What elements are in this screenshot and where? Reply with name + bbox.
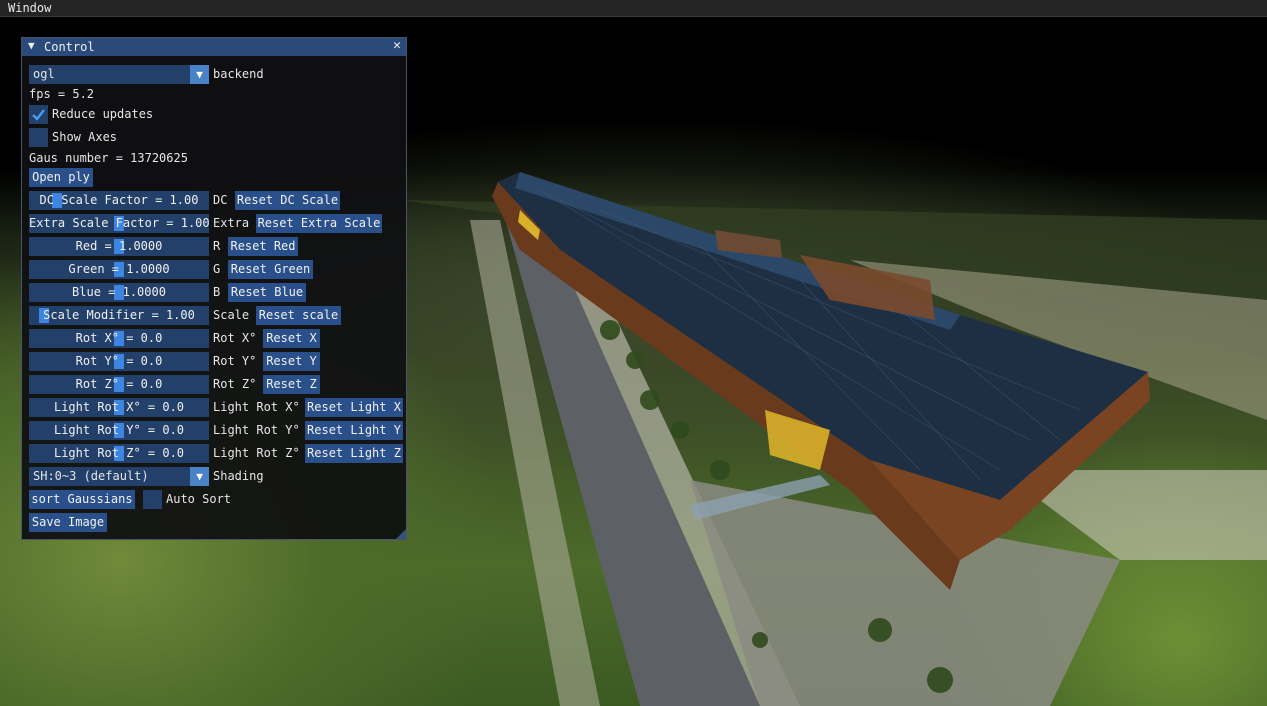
backend-label: backend [213,67,264,81]
slider-value-text: Light Rot X° = 0.0 [53,400,185,414]
save-image-button[interactable]: Save Image [29,513,107,532]
window-title: Control [44,40,95,54]
slider-label-light-rot-z: Light Rot Z° [213,446,300,460]
slider-value-text: Light Rot Y° = 0.0 [53,423,185,437]
shading-label: Shading [213,469,264,483]
slider-label-extra: Extra [213,216,250,230]
slider-rot-x[interactable]: Rot X° = 0.0 [29,329,209,348]
slider-light-rot-z[interactable]: Light Rot Z° = 0.0 [29,444,209,463]
slider-label-rot-x: Rot X° [213,331,257,345]
reset-light-rot-y-button[interactable]: Reset Light Y [305,421,403,440]
slider-label-rot-y: Rot Y° [213,354,257,368]
reduce-updates-label: Reduce updates [52,107,154,121]
open-ply-button[interactable]: Open ply [29,168,93,187]
slider-extra[interactable]: Extra Scale Factor = 1.00 [29,214,209,233]
slider-scale[interactable]: Scale Modifier = 1.00 [29,306,209,325]
slider-label-rot-z: Rot Z° [213,377,257,391]
slider-label-r: R [213,239,221,253]
gaus-number-text: Gaus number = 13720625 [29,151,188,165]
reset-g-button[interactable]: Reset Green [228,260,313,279]
slider-value-text: Rot Y° = 0.0 [75,354,163,368]
control-window: ▼ Control ✕ ogl ▼ backend fps = 5.2 Redu… [21,37,407,540]
show-axes-label: Show Axes [52,130,118,144]
reset-light-rot-z-button[interactable]: Reset Light Z [305,444,403,463]
slider-value-text: Scale Modifier = 1.00 [43,308,195,322]
sort-gaussians-button[interactable]: sort Gaussians [29,490,135,509]
slider-value-text: Rot Z° = 0.0 [75,377,163,391]
reset-light-rot-x-button[interactable]: Reset Light X [305,398,403,417]
backend-value: ogl [33,67,55,81]
resize-grip[interactable] [396,529,406,539]
slider-g[interactable]: Green = 1.0000 [29,260,209,279]
slider-light-rot-x[interactable]: Light Rot X° = 0.0 [29,398,209,417]
slider-value-text: Red = 1.0000 [75,239,163,253]
slider-label-light-rot-y: Light Rot Y° [213,423,300,437]
reset-extra-button[interactable]: Reset Extra Scale [256,214,382,233]
slider-rot-y[interactable]: Rot Y° = 0.0 [29,352,209,371]
checkmark-icon [32,109,45,121]
slider-label-b: B [213,285,221,299]
chevron-down-icon: ▼ [190,65,209,84]
reset-rot-x-button[interactable]: Reset X [263,329,320,348]
slider-b[interactable]: Blue = 1.0000 [29,283,209,302]
shading-combo[interactable]: SH:0~3 (default) ▼ [29,467,209,486]
menu-window[interactable]: Window [8,1,51,15]
fps-text: fps = 5.2 [29,87,95,101]
main-menu-bar: Window [0,0,1267,17]
slider-rot-z[interactable]: Rot Z° = 0.0 [29,375,209,394]
slider-value-text: Green = 1.0000 [68,262,170,276]
slider-value-text: Extra Scale Factor = 1.00 [29,216,209,230]
window-titlebar[interactable]: ▼ Control ✕ [22,38,406,56]
reset-rot-y-button[interactable]: Reset Y [263,352,320,371]
slider-label-dc: DC [213,193,228,207]
slider-label-g: G [213,262,221,276]
slider-label-scale: Scale [213,308,250,322]
backend-combo[interactable]: ogl ▼ [29,65,209,84]
reset-dc-button[interactable]: Reset DC Scale [235,191,340,210]
reset-rot-z-button[interactable]: Reset Z [263,375,320,394]
auto-sort-label: Auto Sort [166,492,232,506]
slider-value-text: DC Scale Factor = 1.00 [39,193,199,207]
show-axes-checkbox[interactable] [29,128,48,147]
slider-value-text: Light Rot Z° = 0.0 [53,446,185,460]
shading-value: SH:0~3 (default) [33,469,149,483]
auto-sort-checkbox[interactable] [143,490,162,509]
slider-value-text: Rot X° = 0.0 [75,331,163,345]
slider-value-text: Blue = 1.0000 [72,285,166,299]
reduce-updates-checkbox[interactable] [29,105,48,124]
slider-label-light-rot-x: Light Rot X° [213,400,300,414]
close-icon[interactable]: ✕ [393,38,401,53]
reset-b-button[interactable]: Reset Blue [228,283,306,302]
slider-dc[interactable]: DC Scale Factor = 1.00 [29,191,209,210]
slider-r[interactable]: Red = 1.0000 [29,237,209,256]
reset-r-button[interactable]: Reset Red [228,237,298,256]
reset-scale-button[interactable]: Reset scale [256,306,341,325]
slider-light-rot-y[interactable]: Light Rot Y° = 0.0 [29,421,209,440]
chevron-down-icon: ▼ [190,467,209,486]
collapse-triangle-icon[interactable]: ▼ [28,39,35,52]
